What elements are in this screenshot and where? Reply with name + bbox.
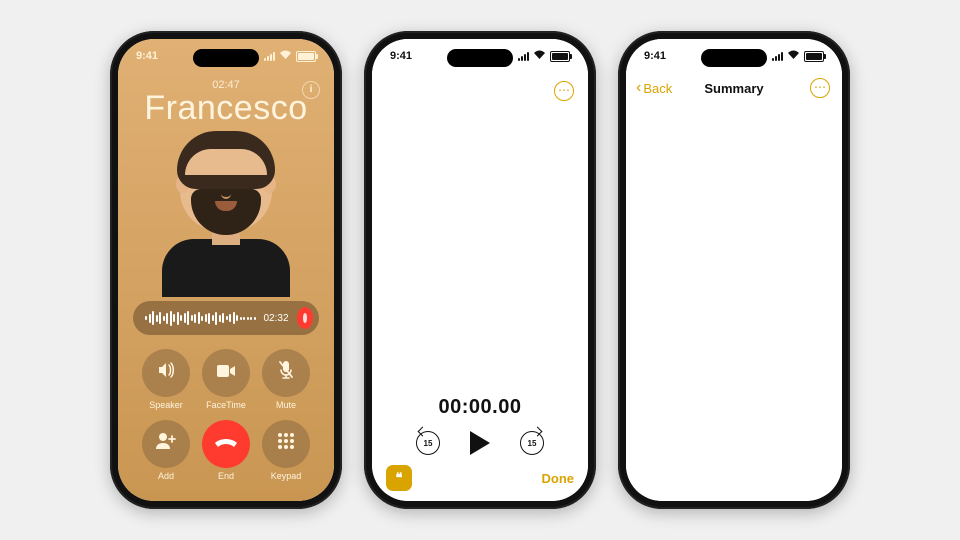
wifi-icon [533,50,546,63]
caller-name: Francesco [118,91,334,125]
transcript-toggle-button[interactable]: ❝ [386,465,412,491]
speaker-icon [156,360,176,386]
status-time: 9:41 [136,50,158,62]
add-person-icon [155,432,177,456]
signal-icon [518,52,529,61]
record-button[interactable] [297,307,313,329]
recording-pill[interactable]: 02:32 [133,301,319,335]
facetime-button[interactable]: FaceTime [202,349,250,410]
add-label: Add [158,471,174,481]
battery-icon [804,51,824,62]
battery-icon [550,51,570,62]
play-button[interactable] [470,431,490,455]
mute-icon [278,360,294,386]
call-timer: 02:47 [118,79,334,91]
wifi-icon [279,50,292,63]
video-icon [216,362,236,384]
waveform-icon [145,310,256,326]
keypad-label: Keypad [271,471,302,481]
audio-player: 00:00.00 15 15 [372,396,588,455]
back-button[interactable]: ‹ Back [636,80,672,96]
keypad-icon [277,432,295,456]
chevron-left-icon: ‹ [636,80,641,96]
playback-time: 00:00.00 [372,396,588,419]
speaker-label: Speaker [149,400,183,410]
more-button[interactable]: ⋯ [810,78,830,98]
skip-back-button[interactable]: 15 [416,431,440,455]
dynamic-island [447,49,513,67]
more-button[interactable]: ⋯ [554,81,574,101]
phone-transcript-screen: 9:41 ⋯ Call with Francesco 9:41 AM 17:32… [364,31,596,509]
phone-call-screen: 9:41 i 02:47 Francesco [110,31,342,509]
nav-title: Summary [704,81,763,96]
battery-icon [296,51,316,62]
wifi-icon [787,50,800,63]
status-time: 9:41 [644,50,666,62]
skip-forward-button[interactable]: 15 [520,431,544,455]
back-label: Back [643,81,672,96]
phone-summary-screen: 9:41 ‹ Back Summary ⋯ Call with Francesc… [618,31,850,509]
done-button[interactable]: Done [542,471,575,486]
keypad-button[interactable]: Keypad [262,420,310,481]
dynamic-island [701,49,767,67]
facetime-label: FaceTime [206,400,246,410]
status-time: 9:41 [390,50,412,62]
recording-time: 02:32 [264,313,289,324]
end-label: End [218,471,234,481]
mute-button[interactable]: Mute [262,349,310,410]
signal-icon [264,52,275,61]
dynamic-island [193,49,259,67]
add-button[interactable]: Add [142,420,190,481]
speaker-button[interactable]: Speaker [142,349,190,410]
end-button[interactable]: End [202,420,250,481]
end-call-icon [214,433,238,455]
caller-avatar [159,135,293,293]
mute-label: Mute [276,400,296,410]
signal-icon [772,52,783,61]
